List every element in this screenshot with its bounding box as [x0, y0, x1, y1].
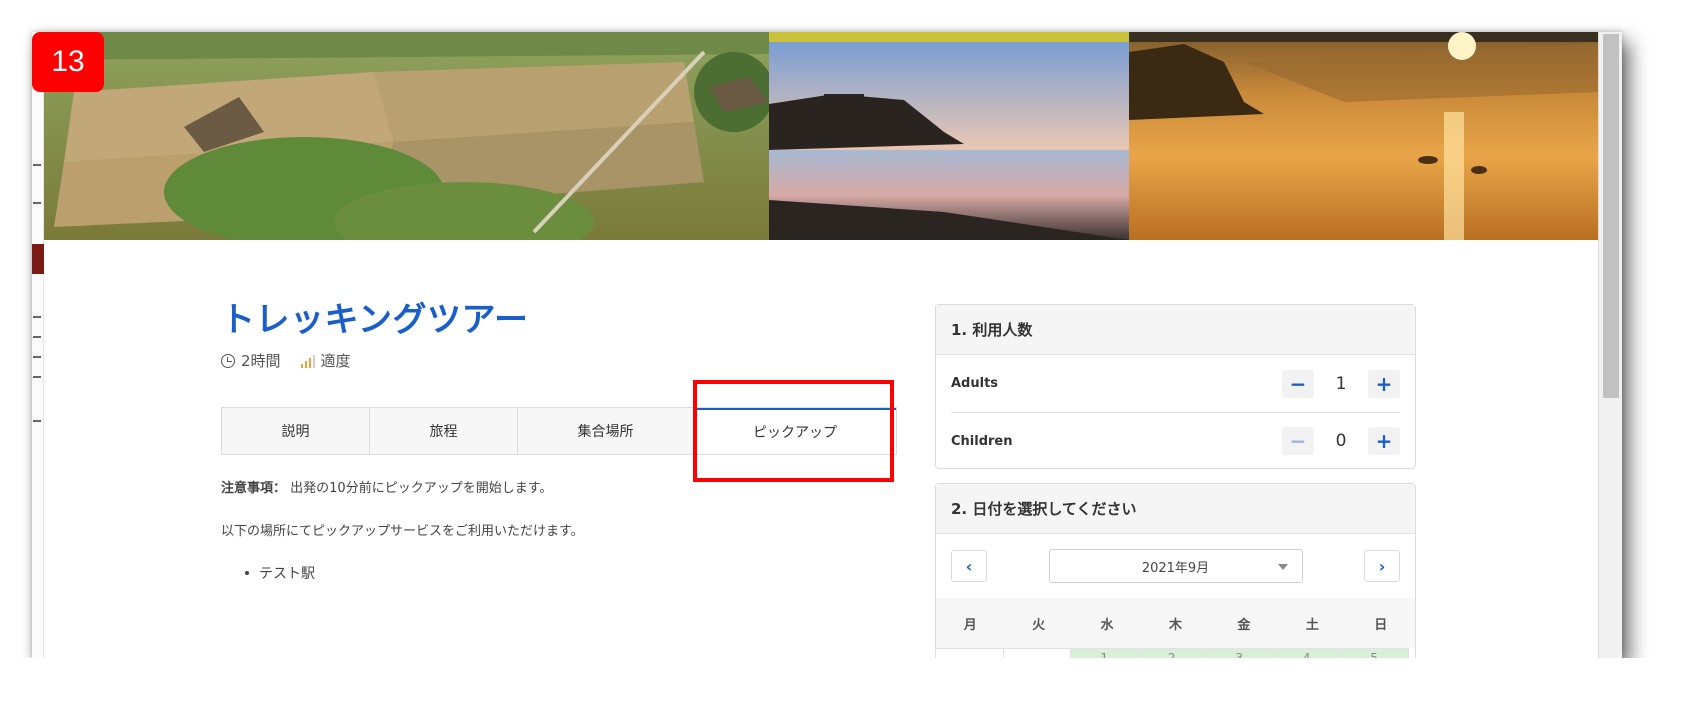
tab-meeting-point[interactable]: 集合場所 — [518, 408, 694, 454]
weekday-wed: 水 — [1100, 617, 1114, 633]
tour-duration: 2時間 — [241, 352, 281, 370]
tour-meta: 2時間 適度 — [221, 350, 351, 371]
children-count: 0 — [1335, 431, 1347, 451]
weekday-tue: 火 — [1032, 617, 1046, 633]
page-margin — [0, 658, 1689, 724]
month-select-value: 2021年9月 — [1141, 560, 1210, 576]
adults-row: Adults − 1 + — [936, 355, 1415, 412]
pickup-location-list: テスト駅 — [245, 563, 584, 583]
chevron-down-icon — [1277, 564, 1288, 570]
adults-minus-button[interactable]: − — [1282, 369, 1314, 398]
pickup-content: 注意事項： 出発の10分前にピックアップを開始します。 以下の場所にてピックアッ… — [221, 477, 584, 583]
children-plus-button[interactable]: + — [1368, 427, 1400, 455]
tour-tabs: 説明 旅程 集合場所 ピックアップ — [221, 407, 897, 455]
weekday-thu: 木 — [1168, 617, 1182, 633]
tab-itinerary[interactable]: 旅程 — [370, 408, 518, 454]
date-panel-title: 2. 日付を選択してください — [936, 484, 1415, 534]
children-minus-button[interactable]: − — [1282, 427, 1314, 455]
difficulty-signal-icon — [300, 354, 315, 368]
adults-count: 1 — [1335, 373, 1347, 394]
note-label: 注意事項： — [221, 481, 287, 496]
tour-title: トレッキングツアー — [221, 300, 529, 340]
note-text: 出発の10分前にピックアップを開始します。 — [290, 481, 553, 496]
weekday-sat: 土 — [1305, 617, 1319, 633]
tour-difficulty: 適度 — [320, 352, 351, 370]
background-page-edge — [32, 32, 44, 658]
prev-month-button[interactable]: ‹ — [951, 550, 987, 582]
tab-description[interactable]: 説明 — [222, 408, 370, 454]
calendar-weekdays: 月 火 水 木 金 土 日 — [936, 598, 1415, 648]
weekday-mon: 月 — [963, 617, 977, 633]
weekday-sun: 日 — [1374, 617, 1388, 633]
people-panel: 1. 利用人数 Adults − 1 + Children − 0 + — [935, 304, 1416, 469]
month-select[interactable]: 2021年9月 — [1048, 549, 1303, 583]
clock-icon — [221, 353, 235, 368]
tab-pickup[interactable]: ピックアップ — [694, 408, 896, 454]
weekday-fri: 金 — [1237, 617, 1251, 633]
next-month-button[interactable]: › — [1364, 550, 1400, 582]
children-label: Children — [951, 433, 1013, 449]
pickup-service-text: 以下の場所にてピックアップサービスをご利用いただけます。 — [221, 524, 584, 539]
calendar-nav: ‹ 2021年9月 › — [936, 534, 1415, 598]
adults-plus-button[interactable]: + — [1368, 369, 1400, 398]
adults-label: Adults — [951, 376, 999, 391]
step-number-badge: 13 — [32, 32, 104, 92]
vertical-scrollbar[interactable] — [1598, 32, 1622, 658]
pickup-note: 注意事項： 出発の10分前にピックアップを開始します。 — [221, 477, 584, 496]
people-panel-title: 1. 利用人数 — [936, 305, 1415, 355]
hero-image-banner — [44, 32, 1598, 240]
scrollbar-thumb[interactable] — [1603, 34, 1619, 398]
children-stepper: − 0 + — [1282, 427, 1400, 455]
children-row: Children − 0 + — [951, 412, 1400, 469]
adults-stepper: − 1 + — [1282, 369, 1400, 398]
list-item: テスト駅 — [245, 563, 584, 583]
date-panel: 2. 日付を選択してください ‹ 2021年9月 › 月 火 水 木 金 土 日… — [935, 483, 1416, 678]
